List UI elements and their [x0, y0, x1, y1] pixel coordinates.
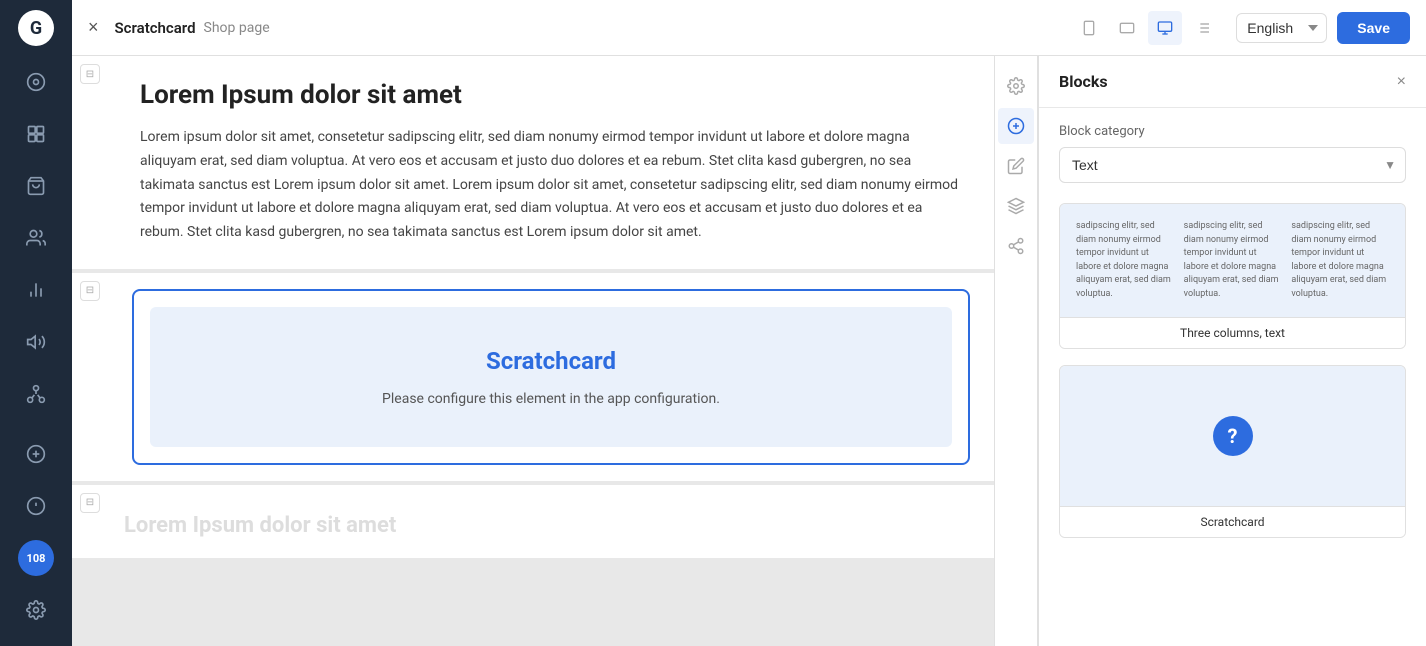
- preview-col-2: sadipscing elitr, sed diam nonumy eirmod…: [1184, 220, 1282, 301]
- integrations-nav-btn[interactable]: [0, 368, 72, 420]
- scratchcard-block-preview: ?: [1060, 366, 1405, 506]
- help-nav-btn[interactable]: [0, 480, 72, 532]
- three-col-label: Three columns, text: [1060, 317, 1405, 348]
- category-select-wrapper: Text Image Video Button Form Layout ▼: [1059, 147, 1406, 183]
- block-category-label: Block category: [1059, 124, 1406, 139]
- left-nav: G 108: [0, 0, 72, 646]
- category-select[interactable]: Text Image Video Button Form Layout: [1059, 147, 1406, 183]
- preview-col-1: sadipscing elitr, sed diam nonumy eirmod…: [1076, 220, 1174, 301]
- editor-area: ⊟ Lorem Ipsum dolor sit amet Lorem ipsum…: [72, 56, 994, 646]
- user-badge[interactable]: 108: [18, 540, 54, 576]
- scratchcard-box: Scratchcard Please configure this elemen…: [132, 289, 970, 465]
- three-col-preview: sadipscing elitr, sed diam nonumy eirmod…: [1060, 204, 1405, 317]
- logo-icon: G: [18, 10, 54, 46]
- tablet-view-button[interactable]: [1110, 11, 1144, 45]
- bottom-preview-text: Lorem Ipsum dolor sit amet: [124, 513, 946, 538]
- page-title: Scratchcard: [115, 19, 196, 37]
- layout-handle-icon[interactable]: ⊟: [80, 64, 100, 84]
- mobile-view-button[interactable]: [1072, 11, 1106, 45]
- blocks-panel: Blocks × Block category Text Image Video…: [1038, 56, 1426, 646]
- top-bar: × Scratchcard Shop page English French G…: [72, 0, 1426, 56]
- logo-area: G: [0, 0, 72, 56]
- language-select[interactable]: English French German Spanish: [1236, 13, 1327, 43]
- text-section-content: Lorem Ipsum dolor sit amet Lorem ipsum d…: [108, 56, 994, 269]
- preview-col-3: sadipscing elitr, sed diam nonumy eirmod…: [1291, 220, 1389, 301]
- text-editor-section: ⊟ Lorem Ipsum dolor sit amet Lorem ipsum…: [72, 56, 994, 269]
- bottom-editor-section: ⊟ Lorem Ipsum dolor sit amet: [72, 485, 994, 558]
- scratchcard-block-card[interactable]: ? Scratchcard: [1059, 365, 1406, 538]
- section-handle-bottom[interactable]: ⊟: [72, 485, 108, 558]
- main-area: ⊟ Lorem Ipsum dolor sit amet Lorem ipsum…: [72, 56, 1426, 646]
- shop-nav-btn[interactable]: [0, 160, 72, 212]
- scratchcard-description: Please configure this element in the app…: [170, 391, 932, 407]
- contacts-nav-btn[interactable]: [0, 212, 72, 264]
- desktop-view-button[interactable]: [1148, 11, 1182, 45]
- layers-tool-button[interactable]: [998, 188, 1034, 224]
- layout-handle-icon-2[interactable]: ⊟: [80, 281, 100, 301]
- view-icons-group: [1072, 11, 1220, 45]
- add-nav-btn[interactable]: [0, 428, 72, 480]
- share-tool-button[interactable]: [998, 228, 1034, 264]
- add-block-tool-button[interactable]: [998, 108, 1034, 144]
- scratchcard-section-content: Scratchcard Please configure this elemen…: [108, 273, 994, 481]
- layout-handle-icon-3[interactable]: ⊟: [80, 493, 100, 513]
- save-button[interactable]: Save: [1337, 12, 1410, 44]
- settings-nav-btn[interactable]: [0, 584, 72, 636]
- scratchcard-inner: Scratchcard Please configure this elemen…: [150, 307, 952, 447]
- blocks-panel-header: Blocks ×: [1039, 56, 1426, 108]
- pages-nav-btn[interactable]: [0, 108, 72, 160]
- blocks-panel-title: Blocks: [1059, 72, 1108, 91]
- dashboard-nav-btn[interactable]: [0, 56, 72, 108]
- section-heading: Lorem Ipsum dolor sit amet: [140, 80, 962, 110]
- settings-tool-button[interactable]: [998, 68, 1034, 104]
- blocks-panel-close-button[interactable]: ×: [1397, 73, 1406, 91]
- page-subtitle: Shop page: [204, 20, 270, 36]
- question-circle-icon: ?: [1213, 416, 1253, 456]
- scratchcard-title: Scratchcard: [170, 347, 932, 375]
- campaigns-nav-btn[interactable]: [0, 316, 72, 368]
- close-button[interactable]: ×: [88, 17, 99, 38]
- scratchcard-editor-section: ⊟ Scratchcard Please configure this elem…: [72, 273, 994, 481]
- section-handle-scratchcard[interactable]: ⊟: [72, 273, 108, 481]
- scratchcard-block-label: Scratchcard: [1060, 506, 1405, 537]
- reports-nav-btn[interactable]: [0, 264, 72, 316]
- edit-tool-button[interactable]: [998, 148, 1034, 184]
- list-view-button[interactable]: [1186, 11, 1220, 45]
- section-handle-text[interactable]: ⊟: [72, 56, 108, 269]
- right-tool-strip: [994, 56, 1038, 646]
- blocks-panel-body: Block category Text Image Video Button F…: [1039, 108, 1426, 646]
- three-columns-text-block-card[interactable]: sadipscing elitr, sed diam nonumy eirmod…: [1059, 203, 1406, 349]
- section-body: Lorem ipsum dolor sit amet, consetetur s…: [140, 126, 962, 245]
